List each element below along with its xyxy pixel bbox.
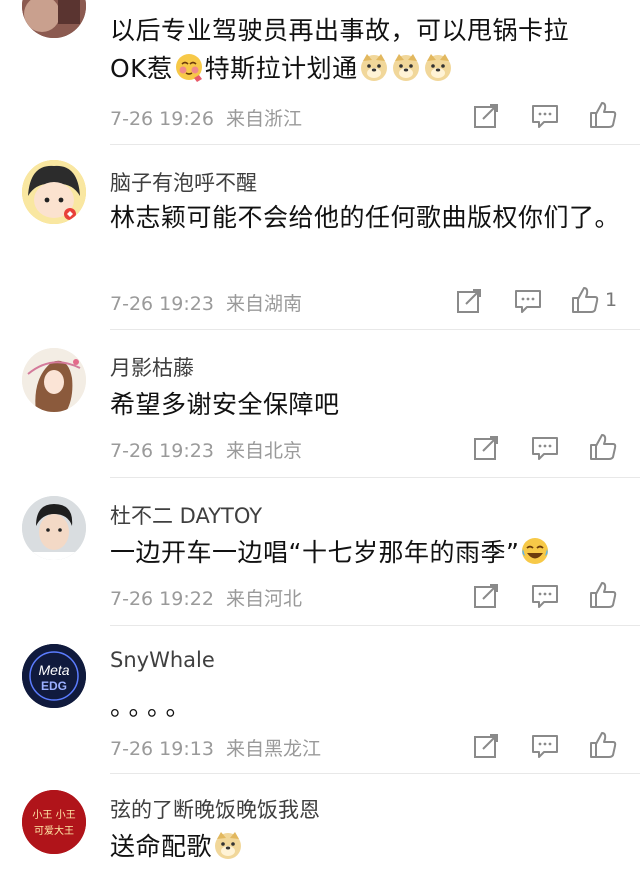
comment-meta: 7-26 19:22 来自河北: [110, 584, 302, 611]
comment-item: 小王 小王可爱大王 弦的了断晚饭晚饭我恩 送命配歌: [0, 774, 640, 873]
username[interactable]: 脑子有泡呼不醒: [110, 167, 257, 197]
share-icon[interactable]: [455, 287, 485, 317]
comment-icon[interactable]: [530, 434, 560, 464]
like-icon[interactable]: [588, 580, 618, 610]
comment-item: Meta EDG SnyWhale 。。。。 7-26 19:13 来自黑龙江: [0, 626, 640, 774]
blush-emoji: [174, 52, 204, 82]
avatar[interactable]: 小王 小王 可爱大王: [22, 790, 86, 854]
avatar[interactable]: [22, 496, 86, 560]
share-icon[interactable]: [472, 102, 502, 132]
comment-icon[interactable]: [530, 102, 560, 132]
doge-emoji: [423, 52, 453, 82]
avatar[interactable]: [22, 160, 86, 224]
share-icon[interactable]: [472, 434, 502, 464]
doge-emoji: [213, 830, 243, 860]
like-icon[interactable]: [570, 285, 600, 315]
comment-text-fragment: OK惹: [110, 54, 173, 83]
doge-emoji: [391, 52, 421, 82]
comment-meta: 7-26 19:23 来自北京: [110, 436, 302, 463]
comment-item: 杜不二 DAYTOY 一边开车一边唱“十七岁那年的雨季” 7-26 19:22 …: [0, 478, 640, 626]
comment-text: 送命配歌: [110, 828, 620, 866]
comment-item: 以后专业驾驶员再出事故，可以甩锅卡拉 OK惹 特斯拉计划通 7-26 19:26 …: [0, 0, 640, 145]
comment-icon[interactable]: [530, 732, 560, 762]
share-icon[interactable]: [472, 582, 502, 612]
laugh-cry-emoji: [520, 536, 550, 566]
comment-icon[interactable]: [530, 582, 560, 612]
comment-text: 一边开车一边唱“十七岁那年的雨季”: [110, 534, 620, 572]
comment-location: 来自湖南: [225, 293, 302, 315]
comment-item: 脑子有泡呼不醒 林志颖可能不会给他的任何歌曲版权你们了。 7-26 19:23 …: [0, 145, 640, 330]
comment-location: 来自浙江: [225, 108, 302, 130]
avatar[interactable]: [22, 348, 86, 412]
comment-text-fragment: 特斯拉计划通: [204, 54, 358, 83]
comment-text: 林志颖可能不会给他的任何歌曲版权你们了。: [110, 203, 621, 232]
comment-text: 希望多谢安全保障吧: [110, 390, 340, 419]
comment-text-fragment: 一边开车一边唱“十七岁那年的雨季”: [110, 538, 520, 567]
like-icon[interactable]: [588, 100, 618, 130]
comment-icon[interactable]: [513, 287, 543, 317]
avatar-text: Meta: [38, 662, 69, 678]
comment-meta: 7-26 19:13 来自黑龙江: [110, 734, 321, 761]
username[interactable]: 月影枯藤: [110, 352, 194, 382]
comment-meta: 7-26 19:26 来自浙江: [110, 104, 302, 131]
comment-time: 7-26 19:13: [110, 738, 214, 760]
comment-location: 来自北京: [225, 440, 302, 462]
share-icon[interactable]: [472, 732, 502, 762]
avatar-text: 小王 小王: [32, 809, 75, 821]
comment-text-line: 以后专业驾驶员再出事故，可以甩锅卡拉: [110, 16, 570, 45]
username[interactable]: 弦的了断晚饭晚饭我恩: [110, 794, 320, 824]
comment-location: 来自河北: [225, 588, 302, 610]
avatar[interactable]: [22, 0, 86, 38]
comment-text-fragment: 送命配歌: [110, 832, 213, 861]
comment-time: 7-26 19:26: [110, 108, 214, 130]
like-icon[interactable]: [588, 432, 618, 462]
comment-text-line: OK惹 特斯拉计划通: [110, 50, 620, 88]
comment-time: 7-26 19:23: [110, 440, 214, 462]
comment-location: 来自黑龙江: [225, 738, 321, 760]
like-icon[interactable]: [588, 730, 618, 760]
comment-meta: 7-26 19:23 来自湖南: [110, 289, 302, 316]
comment-text: 。。。。: [110, 692, 197, 721]
username[interactable]: 杜不二 DAYTOY: [110, 500, 262, 530]
comment-text: 以后专业驾驶员再出事故，可以甩锅卡拉 OK惹 特斯拉计划通: [110, 12, 620, 88]
avatar[interactable]: Meta EDG: [22, 644, 86, 708]
comment-item: 月影枯藤 希望多谢安全保障吧 7-26 19:23 来自北京: [0, 330, 640, 478]
username[interactable]: SnyWhale: [110, 648, 215, 672]
comment-time: 7-26 19:23: [110, 293, 214, 315]
comment-time: 7-26 19:22: [110, 588, 214, 610]
avatar-text: EDG: [41, 679, 67, 693]
avatar-text: 可爱大王: [34, 824, 74, 837]
doge-emoji: [359, 52, 389, 82]
like-count: 1: [605, 289, 618, 311]
